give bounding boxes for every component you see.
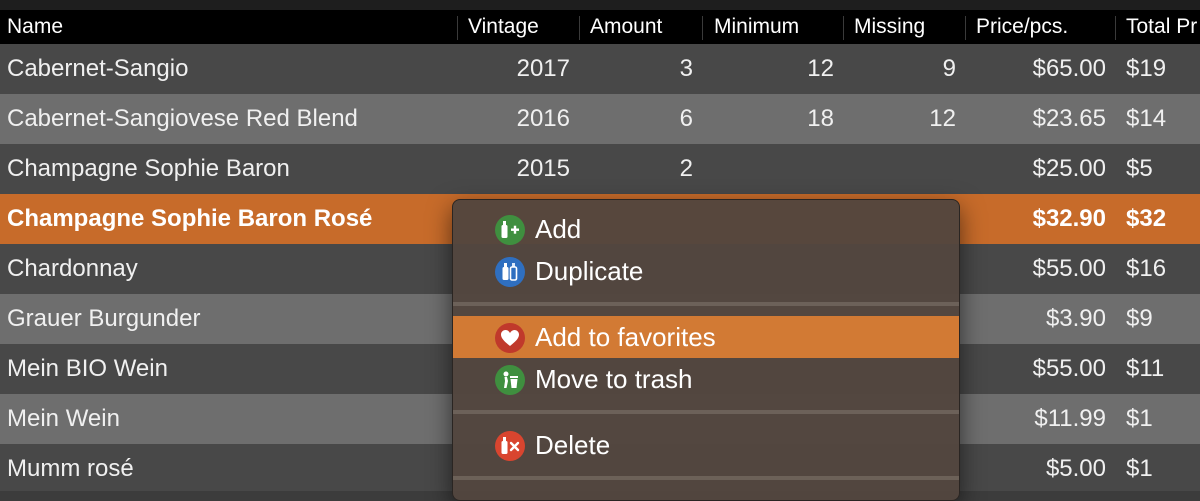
menu-item-add-to-favorites[interactable]: Add to favorites [453, 316, 959, 358]
column-header-vintage[interactable]: Vintage [468, 10, 539, 44]
menu-item-duplicate[interactable]: Duplicate [453, 250, 959, 292]
cell-minimum: 12 [807, 55, 834, 82]
bottle-delete-icon [495, 431, 525, 461]
cell-missing: 9 [942, 55, 956, 82]
cell-price: $25.00 [1032, 155, 1106, 182]
cell-price: $11.99 [1034, 405, 1106, 432]
column-divider[interactable] [1115, 16, 1116, 40]
bottles-duplicate-icon [495, 257, 525, 287]
column-header-missing[interactable]: Missing [854, 10, 925, 44]
cell-name: Chardonnay [7, 255, 138, 282]
menu-item-label: Move to trash [535, 364, 693, 394]
cell-name: Mumm rosé [7, 455, 134, 482]
menu-item-move-to-trash[interactable]: Move to trash [453, 358, 959, 400]
column-header-total[interactable]: Total Pr [1126, 10, 1197, 44]
menu-item-label: Delete [535, 430, 611, 460]
cell-vintage: 2016 [516, 105, 570, 132]
menu-item-label: Add [535, 214, 582, 244]
column-divider[interactable] [965, 16, 966, 40]
table-row[interactable]: Cabernet-Sangio 2017 3 12 9 $65.00 $19 [0, 44, 1200, 94]
cell-total: $16 [1126, 255, 1167, 282]
menu-separator [453, 410, 959, 414]
cell-price: $55.00 [1032, 355, 1106, 382]
cell-total: $1 [1126, 455, 1153, 482]
column-header-name[interactable]: Name [7, 10, 63, 44]
cell-price: $55.00 [1032, 255, 1106, 282]
cell-total: $11 [1126, 355, 1165, 382]
cell-amount: 2 [679, 155, 693, 182]
column-header-minimum[interactable]: Minimum [714, 10, 799, 44]
menu-item-delete[interactable]: Delete [453, 424, 959, 466]
cell-total: $5 [1126, 155, 1153, 182]
cell-vintage: 2017 [516, 55, 570, 82]
cell-price: $23.65 [1032, 105, 1106, 132]
cell-total: $9 [1126, 305, 1153, 332]
cell-missing: 12 [929, 105, 956, 132]
cell-price: $5.00 [1045, 455, 1106, 482]
table-row[interactable]: Cabernet-Sangiovese Red Blend 2016 6 18 … [0, 94, 1200, 144]
heart-icon [495, 323, 525, 353]
cell-minimum: 18 [807, 105, 834, 132]
cell-total: $32 [1126, 205, 1167, 232]
menu-item-add[interactable]: Add [453, 208, 959, 250]
cell-name: Cabernet-Sangio [7, 55, 189, 82]
cell-amount: 3 [679, 55, 693, 82]
menu-separator [453, 302, 959, 306]
menu-item-label: Add to favorites [535, 322, 716, 352]
column-header-price[interactable]: Price/pcs. [976, 10, 1068, 44]
column-divider[interactable] [457, 16, 458, 40]
cell-name: Champagne Sophie Baron Rosé [7, 205, 373, 232]
context-menu: Add Duplicate Add to favorites Move to t… [452, 199, 960, 501]
cell-vintage: 2015 [516, 155, 570, 182]
bottle-add-icon [495, 215, 525, 245]
menu-item-label: Duplicate [535, 256, 644, 286]
menu-separator [453, 476, 959, 480]
cell-price: $32.90 [1032, 205, 1106, 232]
column-divider[interactable] [702, 16, 703, 40]
trash-icon [495, 365, 525, 395]
cell-name: Mein BIO Wein [7, 355, 168, 382]
cell-total: $1 [1126, 405, 1153, 432]
table-header: Name Vintage Amount Minimum Missing Pric… [0, 10, 1200, 44]
column-divider[interactable] [843, 16, 844, 40]
table-row[interactable]: Champagne Sophie Baron 2015 2 $25.00 $5 [0, 144, 1200, 194]
window-top-strip [0, 0, 1200, 10]
cell-price: $65.00 [1032, 55, 1106, 82]
cell-name: Grauer Burgunder [7, 305, 201, 332]
cell-amount: 6 [679, 105, 693, 132]
cell-name: Champagne Sophie Baron [7, 155, 290, 182]
cell-total: $14 [1126, 105, 1167, 132]
cell-name: Mein Wein [7, 405, 120, 432]
column-divider[interactable] [579, 16, 580, 40]
column-header-amount[interactable]: Amount [590, 10, 662, 44]
cell-name: Cabernet-Sangiovese Red Blend [7, 105, 358, 132]
cell-total: $19 [1126, 55, 1167, 82]
cell-price: $3.90 [1045, 305, 1106, 332]
